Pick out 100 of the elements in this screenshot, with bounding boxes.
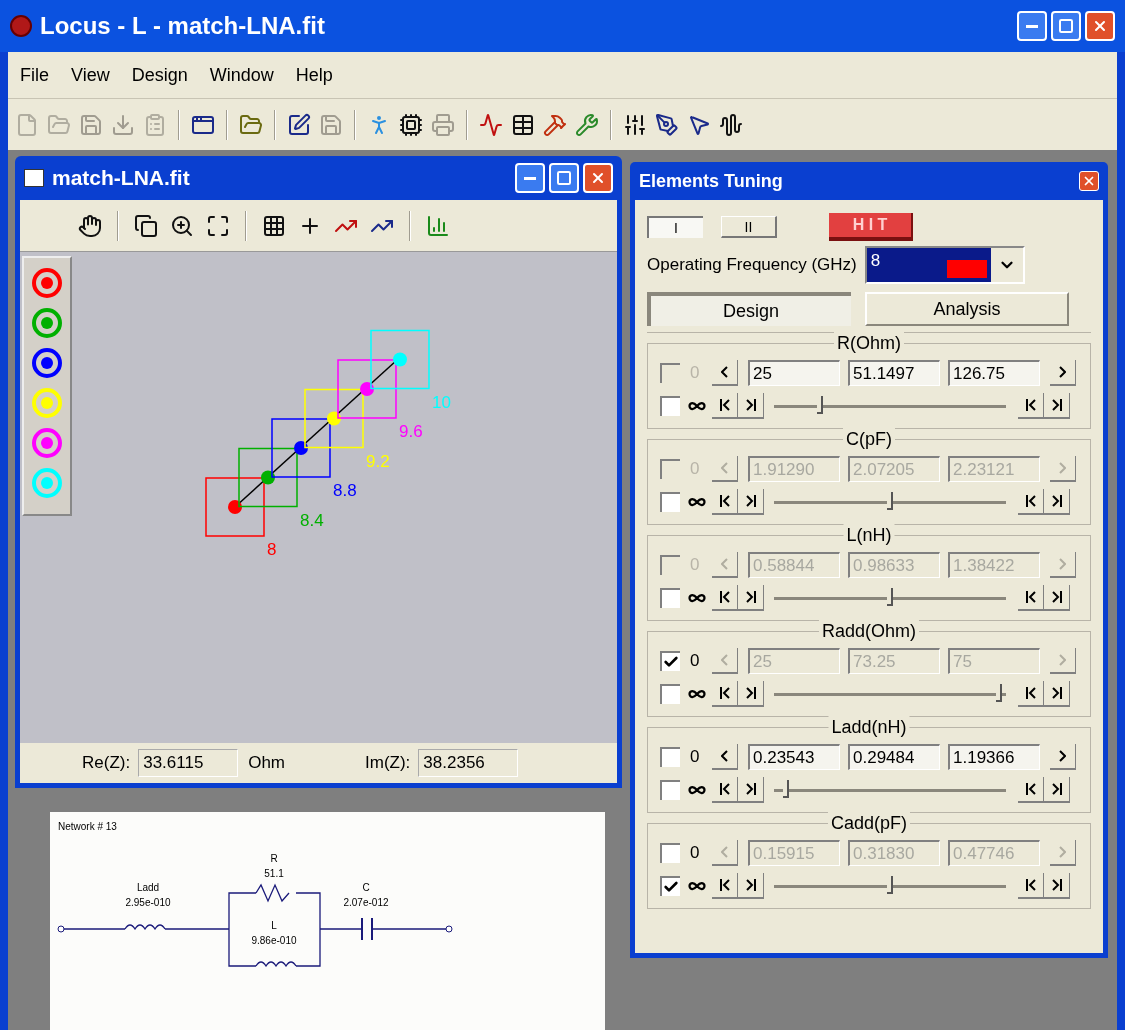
first-button[interactable] — [712, 393, 738, 419]
infinity-checkbox[interactable] — [660, 780, 680, 800]
marker-square — [370, 329, 430, 390]
first-button[interactable] — [1018, 873, 1044, 899]
frequency-value: 8 — [870, 250, 881, 272]
minimize-button[interactable] — [515, 163, 545, 193]
first-button[interactable] — [712, 681, 738, 707]
last-button[interactable] — [738, 489, 764, 515]
first-icon — [719, 495, 730, 507]
step-right-icon — [1059, 366, 1066, 378]
color-ring-icon[interactable] — [32, 348, 62, 378]
frequency-dropdown[interactable]: 8 — [864, 246, 1025, 284]
maximize-button[interactable] — [549, 163, 579, 193]
group-title: R(Ohm) — [834, 332, 904, 354]
capacitor-symbol — [361, 917, 373, 941]
document-icon — [24, 169, 44, 187]
network-title: Network # 13 — [58, 820, 117, 834]
step-right-button[interactable] — [1050, 360, 1076, 386]
min-field[interactable]: 25 — [748, 360, 840, 386]
maximize-button[interactable] — [1051, 11, 1081, 41]
step-right-icon — [1059, 846, 1066, 858]
mode-tab[interactable]: Design — [647, 292, 851, 326]
last-button[interactable] — [738, 393, 764, 419]
last-icon — [745, 783, 756, 795]
first-button[interactable] — [712, 777, 738, 803]
last-button[interactable] — [738, 873, 764, 899]
color-ring-icon[interactable] — [32, 268, 62, 298]
last-button[interactable] — [1044, 873, 1070, 899]
max-field[interactable]: 126.75 — [948, 360, 1040, 386]
first-icon — [1025, 399, 1036, 411]
re-value: 33.6115 — [138, 749, 239, 777]
unit-label: Ohm — [248, 752, 285, 775]
minimize-button[interactable] — [1017, 11, 1047, 41]
component-value: 51.1 — [264, 868, 284, 879]
step-right-button[interactable] — [1050, 744, 1076, 770]
last-button[interactable] — [738, 681, 764, 707]
step-left-icon — [721, 462, 728, 474]
menu-item[interactable]: View — [71, 61, 110, 89]
last-icon — [745, 399, 756, 411]
group-title: Radd(Ohm) — [819, 620, 919, 642]
menu-item[interactable]: Design — [131, 61, 188, 89]
last-button[interactable] — [1044, 585, 1070, 611]
close-button[interactable] — [1079, 171, 1099, 191]
mode-tab[interactable]: Analysis — [865, 292, 1069, 326]
menu-item[interactable]: File — [20, 61, 49, 89]
frequency-label: 9.2 — [366, 451, 390, 471]
last-button[interactable] — [1044, 681, 1070, 707]
marker-square — [337, 359, 397, 419]
check-icon — [663, 654, 679, 670]
first-button[interactable] — [712, 585, 738, 611]
menu-item[interactable]: Help — [295, 61, 333, 89]
component-value: 2.95e-010 — [125, 897, 171, 908]
layout-button[interactable]: II — [721, 216, 777, 238]
last-button[interactable] — [1044, 777, 1070, 803]
re-label: Re(Z): — [82, 752, 131, 775]
layout-button[interactable]: I — [647, 216, 703, 238]
max-field[interactable]: 1.19366 — [948, 744, 1040, 770]
minimize-icon — [524, 176, 536, 180]
first-button[interactable] — [1018, 585, 1044, 611]
zero-label: 0 — [690, 746, 701, 769]
maximize-icon — [556, 170, 572, 186]
zero-checkbox[interactable] — [660, 747, 680, 767]
marker-square — [304, 388, 364, 449]
close-button[interactable] — [1085, 11, 1115, 41]
min-field[interactable]: 0.23543 — [748, 744, 840, 770]
last-icon — [745, 495, 756, 507]
last-button[interactable] — [738, 777, 764, 803]
first-button[interactable] — [1018, 681, 1044, 707]
close-icon — [1092, 18, 1108, 34]
window-title: Locus - L - match-LNA.fit — [40, 11, 325, 41]
last-icon — [1051, 783, 1062, 795]
first-button[interactable] — [712, 489, 738, 515]
step-left-button[interactable] — [712, 744, 738, 770]
last-button[interactable] — [738, 585, 764, 611]
im-label: Im(Z): — [365, 752, 411, 775]
app-icon — [10, 15, 32, 37]
marker-square — [238, 447, 298, 508]
im-value: 38.2356 — [418, 749, 519, 777]
value-field[interactable]: 51.1497 — [848, 360, 940, 386]
first-button[interactable] — [1018, 777, 1044, 803]
infinity-checkbox[interactable] — [660, 396, 680, 416]
frequency-label: Operating Frequency (GHz) — [647, 254, 857, 277]
first-icon — [1025, 783, 1036, 795]
first-button[interactable] — [1018, 489, 1044, 515]
first-button[interactable] — [1018, 393, 1044, 419]
step-left-button[interactable] — [712, 360, 738, 386]
step-left-icon — [721, 750, 728, 762]
minimize-icon — [1026, 24, 1038, 28]
value-field[interactable]: 0.29484 — [848, 744, 940, 770]
color-ring-icon[interactable] — [32, 308, 62, 338]
color-ring-icon[interactable] — [32, 428, 62, 458]
component-name: L — [271, 920, 277, 931]
last-icon — [1051, 591, 1062, 603]
first-icon — [1025, 591, 1036, 603]
first-button[interactable] — [712, 873, 738, 899]
first-icon — [719, 879, 730, 891]
last-button[interactable] — [1044, 489, 1070, 515]
menu-item[interactable]: Window — [209, 61, 274, 89]
close-button[interactable] — [583, 163, 613, 193]
last-button[interactable] — [1044, 393, 1070, 419]
